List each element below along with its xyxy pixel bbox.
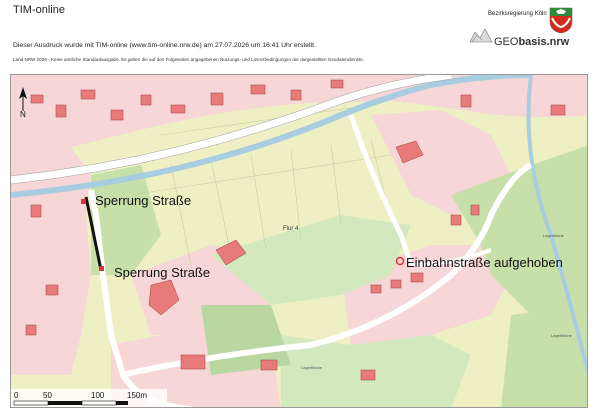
closure-marker-lower[interactable] [99, 266, 104, 271]
place-label-3: Lagerfläche [301, 365, 323, 370]
scale-label-150: 150m [127, 391, 147, 400]
agency-name: Bezirksregierung Köln [488, 11, 547, 17]
scale-label-0: 0 [14, 391, 19, 400]
scale-segment-4 [116, 401, 128, 405]
place-label-1: Lagerfläche [543, 233, 565, 238]
scale-segment-1 [13, 400, 49, 406]
closure-marker-upper[interactable] [81, 199, 86, 204]
print-statement: Dieser Ausdruck wurde mit TIM-online (ww… [13, 42, 316, 49]
scale-segment-2 [48, 401, 82, 405]
nrw-coat-of-arms-icon [549, 7, 573, 34]
north-arrow-label: N [20, 110, 26, 119]
label-closure-upper: Sperrung Straße [95, 193, 191, 208]
logo-basis-part: basis.nrw [518, 36, 570, 48]
app-title: TIM-online [13, 4, 65, 16]
map-canvas[interactable]: Sperrung Straße Sperrung Straße Einbahns… [11, 75, 588, 408]
scale-segment-3 [81, 400, 117, 406]
flur-label: Flur 4 [283, 226, 299, 232]
logo-geo-part: GEO [494, 36, 519, 48]
scale-bar: 0 50 100 150m [11, 389, 167, 407]
print-header: TIM-online Bezirksregierung Köln GEObasi… [0, 0, 600, 72]
building-south [180, 354, 206, 370]
label-closure-lower: Sperrung Straße [114, 265, 210, 280]
license-note: Land NRW 2026 - Keine amtliche Standarda… [13, 57, 365, 62]
scale-label-100: 100 [91, 391, 105, 400]
label-one-way-lifted: Einbahnstraße aufgehoben [406, 255, 563, 270]
geobasis-logo-text: GEObasis.nrw [494, 36, 569, 48]
geobasis-logo-icon [469, 28, 493, 43]
place-label-2: Lagerfläche [551, 333, 573, 338]
map-view[interactable]: Sperrung Straße Sperrung Straße Einbahns… [10, 74, 588, 408]
scale-label-50: 50 [43, 391, 52, 400]
